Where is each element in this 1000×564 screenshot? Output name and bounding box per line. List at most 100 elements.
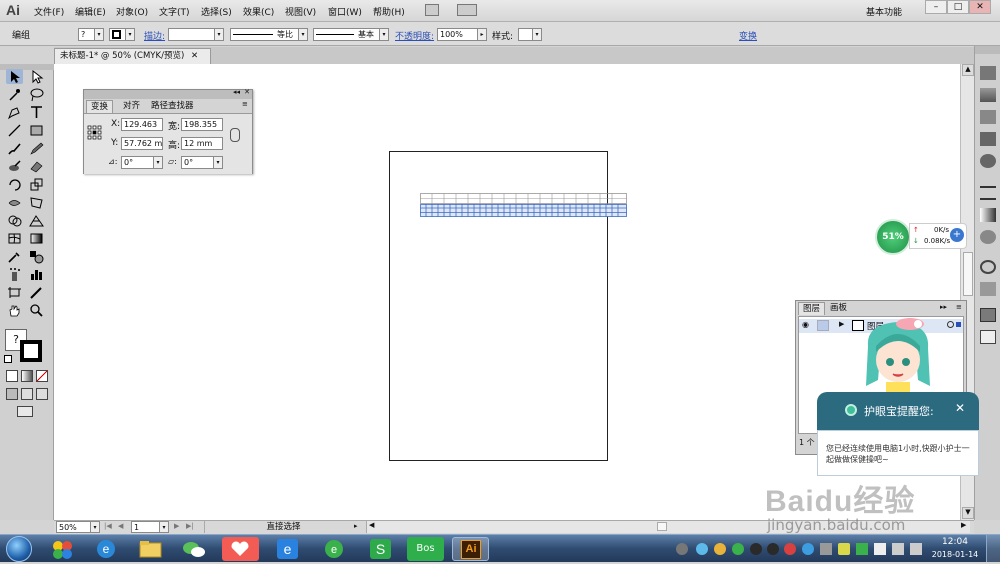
eraser-tool-icon[interactable] (28, 159, 45, 174)
constrain-proportions-icon[interactable] (230, 128, 240, 142)
stroke-link[interactable]: 描边: (144, 29, 165, 42)
height-input[interactable]: 12 mm (181, 137, 223, 150)
collapse-panel-icon[interactable]: ▸▸ (940, 303, 947, 311)
clock-date[interactable]: 2018-01-14 (928, 550, 982, 559)
menu-view[interactable]: 视图(V) (285, 5, 316, 18)
width-tool-icon[interactable] (6, 195, 23, 210)
tab-artboards[interactable]: 画板 (826, 302, 851, 315)
line-tool-icon[interactable] (6, 123, 23, 138)
menu-type[interactable]: 文字(T) (159, 5, 190, 18)
gradient-mode-icon[interactable] (21, 370, 33, 382)
tab-align[interactable]: 对齐 (119, 100, 144, 113)
brush-definition[interactable]: 基本 ▾ (313, 28, 389, 41)
taskbar-360-browser[interactable]: e (316, 537, 353, 561)
close-panel-icon[interactable]: ✕ (244, 88, 250, 96)
minimize-button[interactable]: – (925, 0, 947, 14)
tray-icon-1[interactable] (676, 543, 688, 555)
stroke-weight-input[interactable]: ▾ (168, 28, 224, 41)
qq-icon[interactable] (750, 543, 762, 555)
opacity-link[interactable]: 不透明度: (395, 29, 434, 42)
fill-swatch[interactable]: ? ▾ (78, 28, 104, 41)
keyboard-icon[interactable] (820, 543, 832, 555)
previous-artboard-icon[interactable]: ◀ (118, 522, 123, 530)
lock-toggle[interactable] (817, 320, 829, 331)
close-tab-icon[interactable]: ✕ (191, 51, 198, 61)
show-desktop-button[interactable] (986, 535, 1000, 562)
current-tool-status[interactable]: 直接选择 (204, 521, 362, 533)
menu-select[interactable]: 选择(S) (201, 5, 232, 18)
artboard-number-select[interactable]: 1 ▾ (131, 521, 169, 533)
transparency-panel-icon[interactable] (980, 230, 996, 244)
default-colors-icon[interactable] (4, 355, 12, 363)
taskbar-illustrator[interactable]: Ai (452, 537, 489, 561)
menu-edit[interactable]: 编辑(E) (75, 5, 106, 18)
taskbar-wechat[interactable] (176, 537, 213, 561)
x-input[interactable]: 129.463 (121, 118, 163, 131)
draw-normal-icon[interactable] (6, 388, 18, 400)
type-tool-icon[interactable] (28, 105, 45, 120)
collapse-panel-icon[interactable]: ◂◂ (233, 88, 240, 96)
column-graph-tool-icon[interactable] (28, 267, 45, 282)
vertical-scroll-thumb[interactable] (963, 252, 973, 296)
memory-percent[interactable]: 51% (875, 219, 911, 255)
selection-tool-icon[interactable] (6, 69, 23, 84)
pen-tool-icon[interactable] (6, 105, 23, 120)
mesh-tool-icon[interactable] (6, 231, 23, 246)
pencil-tool-icon[interactable] (28, 141, 45, 156)
rotate-input[interactable]: 0° ▾ (121, 156, 163, 169)
workspace-switcher[interactable]: 基本功能 (866, 5, 902, 18)
tray-icon-3[interactable] (714, 543, 726, 555)
swatches-panel-icon[interactable] (980, 110, 996, 124)
add-widget-icon[interactable]: + (950, 228, 964, 242)
eye-icon[interactable]: ◉ (802, 320, 809, 329)
bridge-icon[interactable] (425, 4, 439, 16)
volume-icon[interactable] (910, 543, 922, 555)
tab-layers[interactable]: 图层 (798, 302, 826, 315)
tab-transform[interactable]: 变换 (86, 100, 114, 113)
gradient-panel-icon[interactable] (980, 208, 996, 222)
taskbar-app-colorful[interactable] (44, 537, 81, 561)
appearance-panel-icon[interactable] (980, 260, 996, 274)
shear-input[interactable]: 0° ▾ (181, 156, 223, 169)
perspective-grid-tool-icon[interactable] (28, 213, 45, 228)
taskbar-health-app[interactable] (222, 537, 259, 561)
width-input[interactable]: 198.355 (181, 118, 223, 131)
tray-icon-7[interactable] (856, 543, 868, 555)
stroke-color-swatch[interactable] (20, 340, 42, 362)
direct-selection-tool-icon[interactable] (28, 69, 45, 84)
maximize-button[interactable]: □ (947, 0, 969, 14)
brushes-panel-icon[interactable] (980, 132, 996, 146)
taskbar-bos[interactable]: Bos (407, 537, 444, 561)
graphic-styles-panel-icon[interactable] (980, 282, 996, 296)
hand-tool-icon[interactable] (6, 303, 23, 318)
draw-behind-icon[interactable] (21, 388, 33, 400)
tray-icon-6[interactable] (802, 543, 814, 555)
graphic-style-picker[interactable]: ▾ (518, 28, 542, 41)
stroke-swatch[interactable]: ▾ (109, 28, 135, 41)
network-speed-widget[interactable]: 51% ↑ 0K/s ↓ 0.08K/s + (875, 219, 968, 255)
menu-object[interactable]: 对象(O) (116, 5, 148, 18)
blob-brush-tool-icon[interactable] (6, 159, 23, 174)
selection-indicator-icon[interactable] (956, 322, 961, 327)
scroll-down-icon[interactable]: ▼ (962, 507, 974, 519)
expand-layer-icon[interactable]: ▶ (839, 320, 844, 328)
start-button[interactable] (6, 536, 32, 562)
transform-link[interactable]: 变换 (739, 29, 757, 42)
clock-time[interactable]: 12:04 (932, 537, 978, 547)
artboards-panel-icon[interactable] (980, 330, 996, 344)
color-guide-icon[interactable] (980, 88, 996, 102)
opacity-input[interactable]: 100% ▸ (437, 28, 487, 41)
color-panel-icon[interactable] (980, 66, 996, 80)
first-artboard-icon[interactable]: |◀ (104, 522, 112, 530)
flag-icon[interactable] (874, 543, 886, 555)
symbols-panel-icon[interactable] (980, 154, 996, 168)
screen-mode-icon[interactable] (17, 406, 33, 417)
taskbar-wps[interactable]: S (362, 537, 399, 561)
lasso-tool-icon[interactable] (28, 87, 45, 102)
scroll-up-icon[interactable]: ▲ (962, 64, 974, 76)
menu-window[interactable]: 窗口(W) (328, 5, 362, 18)
menu-help[interactable]: 帮助(H) (373, 5, 405, 18)
artboard-tool-icon[interactable] (6, 285, 23, 300)
taskbar-browser[interactable]: e (269, 537, 306, 561)
rectangle-tool-icon[interactable] (28, 123, 45, 138)
